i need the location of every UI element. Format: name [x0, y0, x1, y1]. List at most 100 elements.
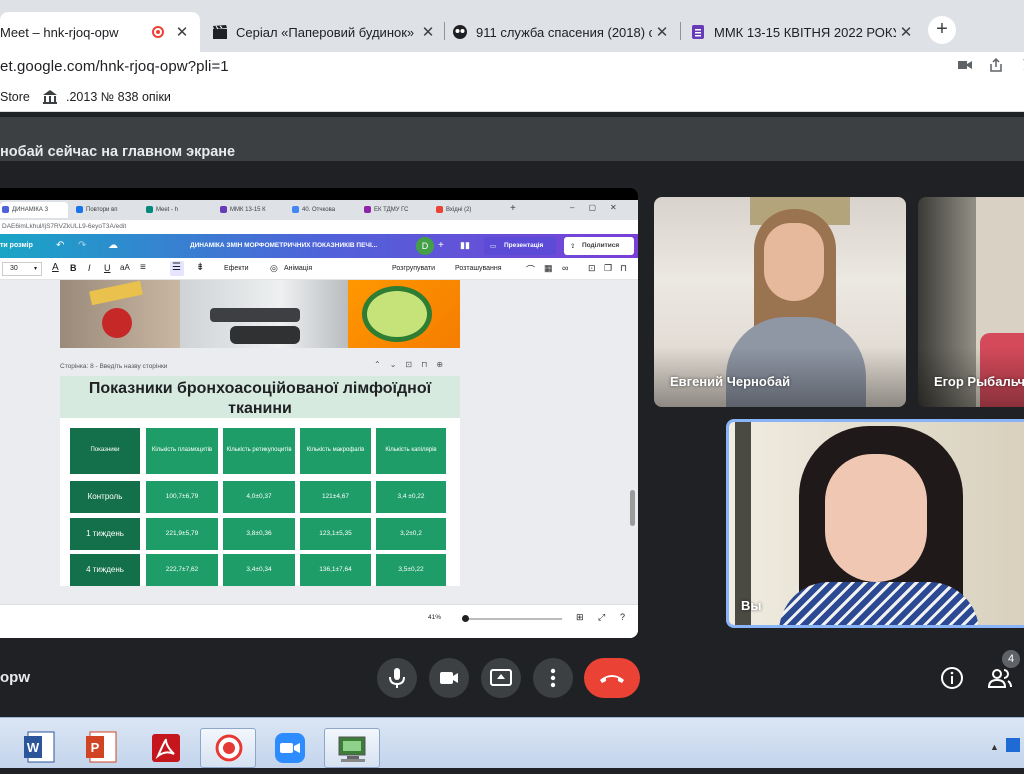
present-icon	[490, 669, 512, 686]
address-bar[interactable]: et.google.com/hnk-rjoq-opw?pli=1	[0, 52, 1024, 82]
close-tab-icon[interactable]: ✕	[652, 23, 672, 41]
zoom-handle	[462, 615, 469, 622]
pages-icon: ⊞	[576, 612, 584, 622]
shared-tab: ММК 13-15 К	[218, 202, 284, 218]
meeting-code: opw	[0, 669, 30, 686]
effects-label: Ефекти	[224, 265, 249, 272]
slide-title-line2: тканини	[228, 400, 292, 417]
participants-count-badge: 4	[1002, 650, 1020, 668]
table-header: Кількість плазмоцитів	[146, 428, 218, 474]
participant-name: Егор Рыбальч	[934, 374, 1024, 389]
taskbar-network[interactable]	[324, 728, 380, 768]
clothing	[779, 582, 979, 625]
shared-tab-strip: ДИНАМІКА З Повтори вп Meet - h ММК 13-15…	[0, 200, 638, 220]
help-icon: ?	[620, 612, 626, 622]
shared-url: DAE6imLkhul/ljS7RVZkULL9-6eyoT3A/edit	[0, 220, 638, 234]
bookmark-decree[interactable]: .2013 № 838 опіки	[66, 90, 171, 104]
lock-icon: ⊡	[588, 263, 596, 273]
self-video-tile[interactable]: Вы	[726, 419, 1024, 628]
canva-toolbar: 30 ▾ A B I U aA ≡ ☰ ⇟ Ефекти ◎ Анімація …	[0, 258, 638, 280]
tab-title: ММК 13-15 КВІТНЯ 2022 РОКУ	[714, 24, 896, 40]
copy-icon: ❐	[604, 263, 613, 273]
tab-911[interactable]: 911 служба спасения (2018) смо ✕	[452, 14, 672, 50]
transparency-icon: ▦	[544, 263, 553, 273]
redo-icon: ↷	[78, 240, 87, 251]
participant-name: Евгений Чернобай	[670, 374, 791, 389]
bookmark-star-icon[interactable]	[1018, 58, 1024, 79]
canvas-scrollbar	[630, 490, 635, 526]
tab-title: 911 служба спасения (2018) смо	[476, 24, 652, 40]
list-icon: ☰	[172, 262, 181, 273]
table-row-label: 1 тиждень	[70, 518, 140, 550]
taskbar-word[interactable]: W	[14, 728, 70, 768]
plus-icon: +	[438, 240, 444, 251]
upload-icon: ⇪	[570, 243, 576, 250]
more-options-button[interactable]	[533, 658, 573, 698]
shared-tab: 40. Отчкова	[290, 202, 356, 218]
present-button[interactable]	[481, 658, 521, 698]
camera-icon	[440, 672, 458, 684]
info-button[interactable]	[940, 666, 964, 695]
tab-series[interactable]: Серіал «Паперовий будинок» 1 ✕	[212, 14, 438, 50]
word-icon: W	[24, 731, 55, 763]
table-cell: 3,4±0,34	[223, 554, 295, 586]
presenting-text: нобай сейчас на главном экране	[0, 144, 236, 160]
undo-icon: ↶	[56, 240, 65, 251]
table-row-label: 4 тиждень	[70, 554, 140, 586]
camera-button[interactable]	[429, 658, 469, 698]
present-label: Презентація	[504, 242, 544, 249]
spacing-icon: ⇟	[196, 262, 205, 273]
ghost-icon	[452, 24, 468, 40]
plus-icon: +	[510, 203, 516, 214]
position-label: Розташування	[455, 265, 502, 272]
bookmark-store[interactable]: Store	[0, 90, 30, 104]
tray-icon[interactable]	[1006, 738, 1020, 752]
tab-title: Серіал «Паперовий будинок» 1	[236, 24, 418, 40]
table-row-label: Контроль	[70, 481, 140, 513]
close-tab-icon[interactable]: ✕	[418, 23, 438, 41]
participants-button[interactable]	[986, 664, 1014, 695]
participant-name: Вы	[741, 598, 762, 613]
close-tab-icon[interactable]: ✕	[172, 23, 192, 41]
font-size-value: 30	[10, 265, 18, 272]
resize-label: ти розмір	[0, 242, 33, 249]
taskbar-zoom[interactable]	[262, 728, 318, 768]
table-header: Показники	[70, 428, 140, 474]
end-call-button[interactable]	[584, 658, 640, 698]
doc-title: ДИНАМІКА ЗМІН МОРФОМЕТРИЧНИХ ПОКАЗНИКІВ …	[190, 242, 378, 249]
taskbar-powerpoint[interactable]: P	[76, 728, 132, 768]
taskbar-yandex[interactable]	[200, 728, 256, 768]
participant-tile[interactable]: Евгений Чернобай	[654, 197, 906, 407]
mic-button[interactable]	[377, 658, 417, 698]
participant-tile[interactable]: Егор Рыбальч	[918, 197, 1024, 407]
camera-indicator-icon[interactable]	[957, 58, 973, 77]
shared-tab: Meet - h	[144, 202, 210, 218]
tray-chevron-icon[interactable]: ▲	[990, 742, 999, 752]
tab-forms[interactable]: ММК 13-15 КВІТНЯ 2022 РОКУ ✕	[690, 14, 916, 50]
shared-screen: ДИНАМІКА З Повтори вп Meet - h ММК 13-15…	[0, 188, 638, 638]
new-tab-button[interactable]: +	[928, 16, 956, 44]
table-header: Кількість капілярів	[376, 428, 446, 474]
face	[764, 223, 824, 301]
tab-meet[interactable]: Meet – hnk-rjoq-opw ✕	[0, 12, 200, 52]
taskbar-acrobat[interactable]	[138, 728, 194, 768]
more-vert-icon	[550, 668, 556, 688]
chevron-down-icon: ▾	[34, 266, 38, 272]
trash-icon: ⊓	[620, 263, 628, 273]
apple-image	[60, 280, 180, 348]
share-icon[interactable]	[988, 57, 1004, 78]
animation-label: Анімація	[284, 265, 313, 272]
canva-canvas: Сторінка: 8 - Введіть назву сторінки ⌃⌄⊡…	[0, 280, 638, 638]
powerpoint-icon: P	[86, 731, 117, 763]
previous-slide	[60, 280, 460, 348]
table-cell: 123,1±5,35	[300, 518, 371, 550]
table-cell: 3,5±0,22	[376, 554, 446, 586]
table-header: Кількість макрофагів	[300, 428, 371, 474]
url-text[interactable]: et.google.com/hnk-rjoq-opw?pli=1	[0, 58, 229, 75]
table-cell: 3,8±0,36	[223, 518, 295, 550]
table-cell: 3,4 ±0,22	[376, 481, 446, 513]
close-tab-icon[interactable]: ✕	[896, 23, 916, 41]
table-cell: 100,7±6,79	[146, 481, 218, 513]
end-call-icon	[600, 675, 624, 683]
canva-footer: 41% ⊞ ⤢ ?	[0, 604, 638, 638]
